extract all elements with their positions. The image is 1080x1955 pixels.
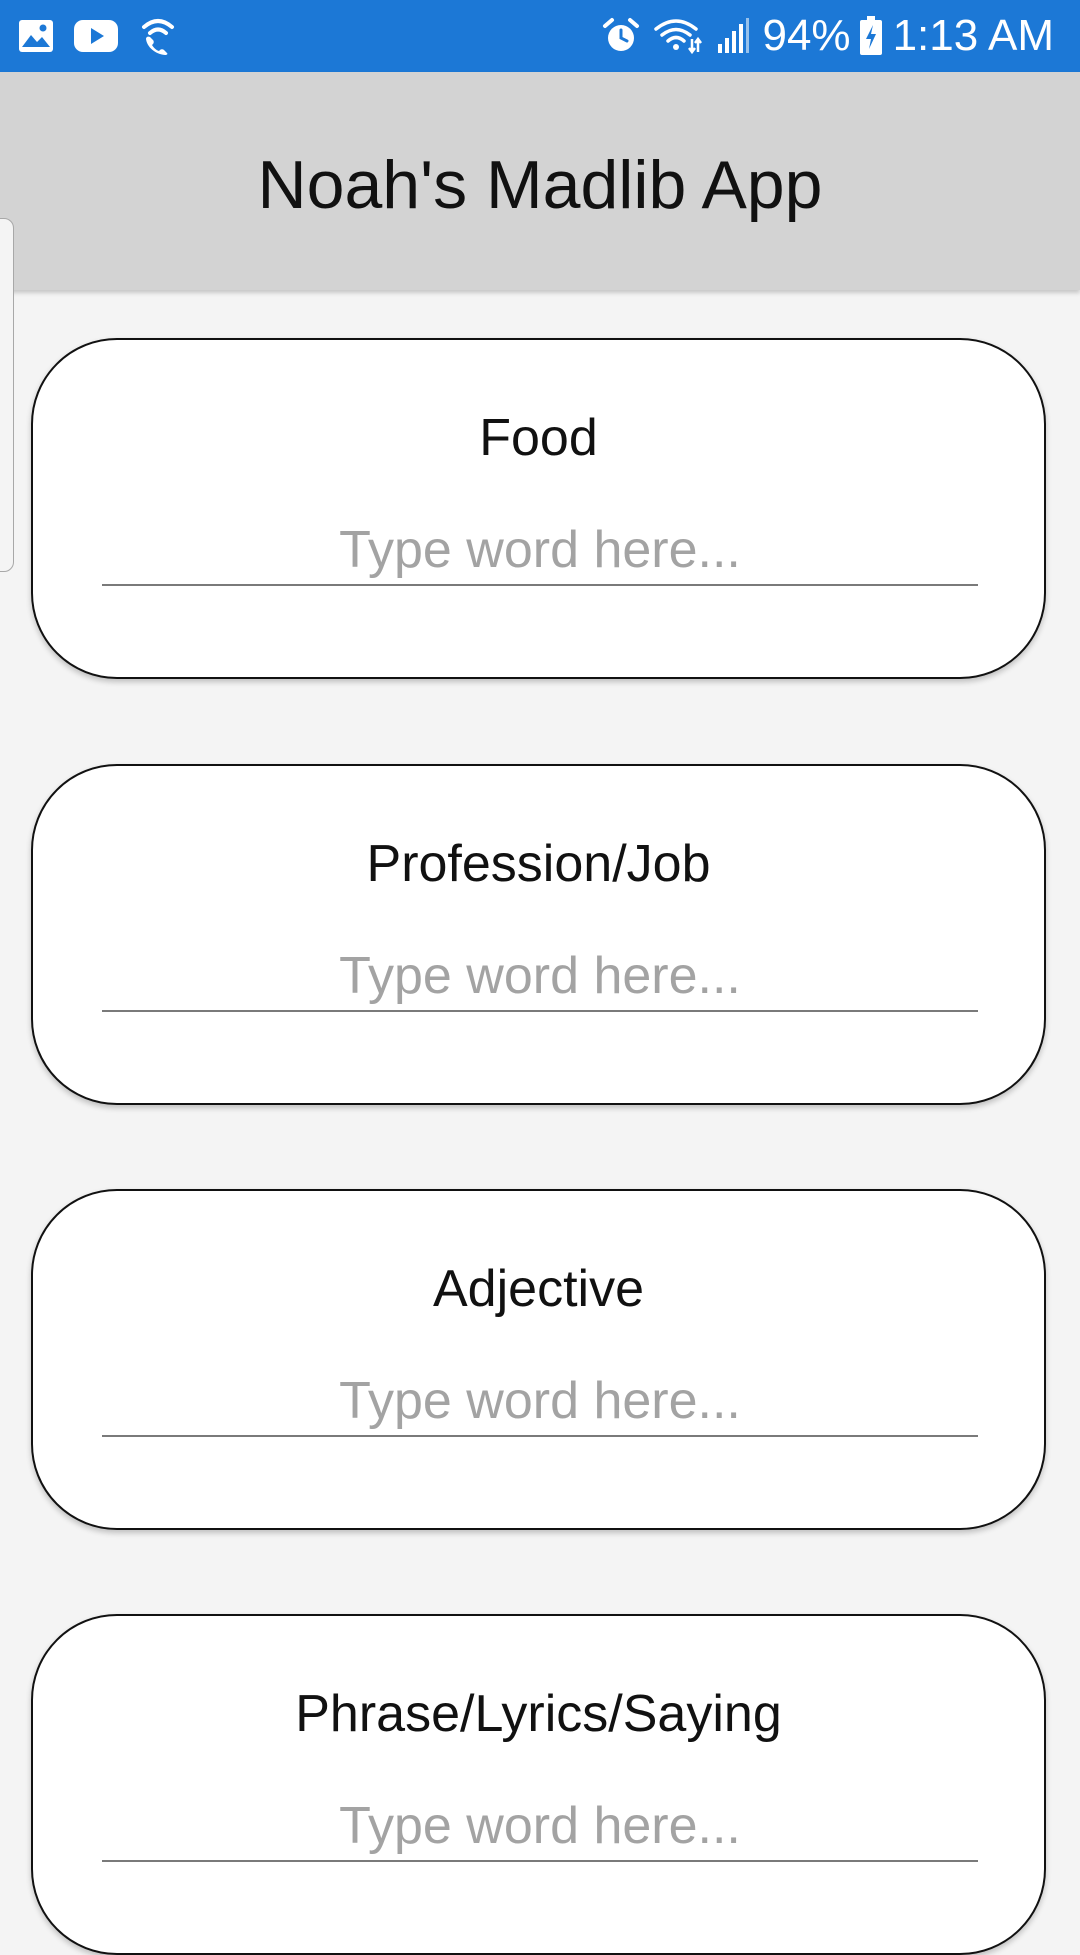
card-label: Phrase/Lyrics/Saying	[295, 1685, 782, 1743]
word-input-food[interactable]	[102, 516, 978, 586]
card-label: Food	[479, 409, 598, 467]
word-input-profession[interactable]	[102, 942, 978, 1012]
app-title: Noah's Madlib App	[257, 147, 823, 223]
youtube-icon	[74, 20, 118, 52]
app-header: Noah's Madlib App	[0, 72, 1080, 290]
battery-charging-icon	[859, 16, 882, 55]
wifi-icon	[654, 19, 703, 55]
card-label: Profession/Job	[366, 835, 711, 893]
status-right-icons: 94% 1:13 AM	[588, 8, 1054, 64]
status-time: 1:13 AM	[892, 11, 1054, 60]
battery-percent: 94%	[762, 11, 851, 60]
alarm-icon	[603, 18, 640, 51]
word-input-phrase[interactable]	[102, 1792, 978, 1862]
word-card-phrase: Phrase/Lyrics/Saying	[31, 1614, 1046, 1955]
card-label: Adjective	[433, 1260, 644, 1318]
wifi-calling-icon	[142, 19, 174, 55]
word-card-profession: Profession/Job	[31, 764, 1046, 1105]
status-bar: 94% 1:13 AM	[0, 0, 1080, 72]
word-input-adjective[interactable]	[102, 1367, 978, 1437]
word-card-adjective: Adjective	[31, 1189, 1046, 1530]
gallery-icon	[19, 20, 53, 52]
status-left-icons	[18, 14, 198, 58]
edge-panel-handle[interactable]	[0, 218, 14, 572]
signal-icon	[718, 18, 750, 53]
word-card-food: Food	[31, 338, 1046, 679]
